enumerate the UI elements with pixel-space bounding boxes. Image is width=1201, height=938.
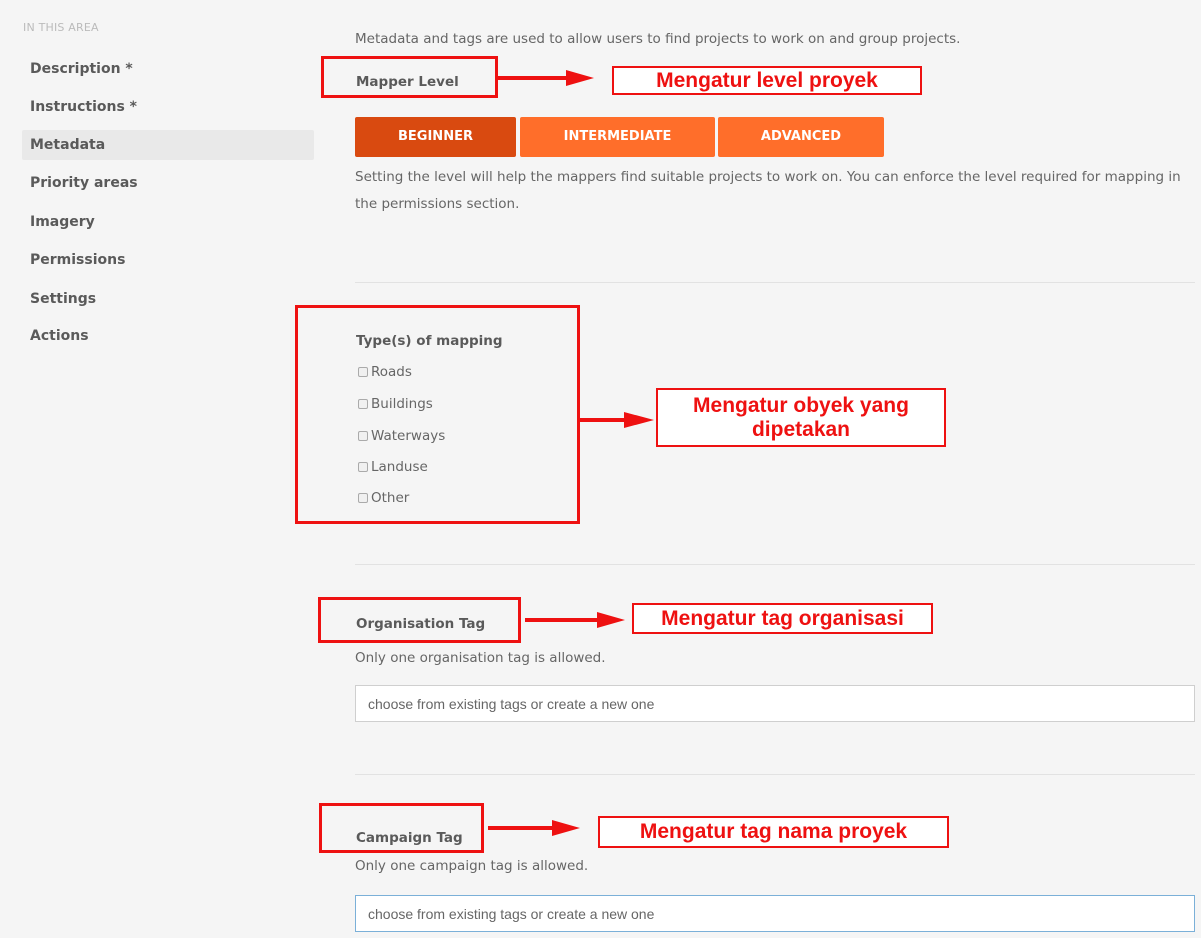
sidebar-item-permissions[interactable]: Permissions <box>22 245 314 275</box>
annotation-mapping-line: Mengatur obyek yang <box>693 394 909 417</box>
annotation-mapping-line: dipetakan <box>751 418 851 441</box>
sidebar-item-metadata[interactable]: Metadata <box>22 130 314 160</box>
annotation-arrow-icon <box>580 412 654 428</box>
section-divider <box>355 774 1195 775</box>
annotation-arrow-icon <box>525 612 625 628</box>
sidebar-item-instructions[interactable]: Instructions * <box>22 92 314 122</box>
section-divider <box>355 282 1195 283</box>
advanced-button[interactable]: ADVANCED <box>718 117 884 157</box>
annotation-highlight-organisation-tag <box>318 597 521 643</box>
beginner-button[interactable]: BEGINNER <box>355 117 516 157</box>
sidebar-item-imagery[interactable]: Imagery <box>22 207 314 237</box>
campaign-tag-input[interactable] <box>355 895 1195 932</box>
annotation-campaign-text: Mengatur tag nama proyek <box>598 816 949 848</box>
annotation-arrow-icon <box>498 70 594 86</box>
sidebar-item-description[interactable]: Description * <box>22 54 314 84</box>
annotation-mapping-text: Mengatur obyek yang dipetakan <box>656 388 946 447</box>
intro-text: Metadata and tags are used to allow user… <box>355 31 961 47</box>
sidebar-item-priority-areas[interactable]: Priority areas <box>22 168 314 198</box>
organisation-tag-help: Only one organisation tag is allowed. <box>355 650 606 666</box>
intermediate-button[interactable]: INTERMEDIATE <box>520 117 715 157</box>
annotation-level-text: Mengatur level proyek <box>612 66 922 95</box>
organisation-tag-input[interactable] <box>355 685 1195 722</box>
sidebar-item-actions[interactable]: Actions <box>22 321 314 351</box>
annotation-highlight-campaign-tag <box>319 803 484 853</box>
annotation-organisation-text: Mengatur tag organisasi <box>632 603 933 634</box>
sidebar-heading: IN THIS AREA <box>23 21 99 34</box>
section-divider <box>355 564 1195 565</box>
sidebar-item-settings[interactable]: Settings <box>22 284 314 314</box>
mapper-level-help: Setting the level will help the mappers … <box>355 169 1181 212</box>
annotation-highlight-mapper-level <box>321 56 498 98</box>
annotation-arrow-icon <box>488 820 580 836</box>
campaign-tag-help: Only one campaign tag is allowed. <box>355 858 589 874</box>
annotation-highlight-mapping-types <box>295 305 580 524</box>
